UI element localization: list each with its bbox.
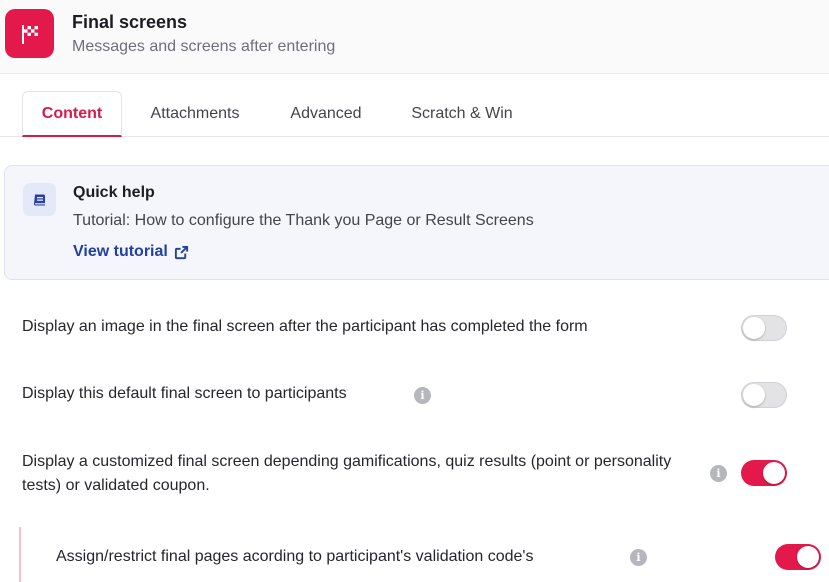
setting-display-image-label: Display an image in the final screen aft… (22, 318, 588, 335)
view-tutorial-label: View tutorial (73, 243, 168, 260)
tab-bar: Content Attachments Advanced Scratch & W… (0, 91, 829, 137)
info-icon[interactable]: i (710, 465, 727, 482)
display-image-toggle[interactable] (741, 315, 787, 341)
setting-default-final-screen-label: Display this default final screen to par… (22, 385, 347, 402)
tab-content[interactable]: Content (22, 91, 122, 137)
page-header: Final screens Messages and screens after… (0, 0, 829, 74)
quick-help-panel: Quick help Tutorial: How to configure th… (4, 165, 829, 280)
tab-advanced[interactable]: Advanced (276, 91, 376, 137)
tab-scratch-win[interactable]: Scratch & Win (398, 91, 526, 137)
external-link-icon (174, 245, 188, 259)
setting-assign-final-pages-label: Assign/restrict final pages acording to … (56, 548, 534, 565)
toggle-knob (797, 546, 819, 568)
toggle-knob (763, 462, 785, 484)
sub-setting-indicator (19, 527, 21, 582)
toggle-knob (743, 317, 765, 339)
default-final-screen-toggle[interactable] (741, 382, 787, 408)
page-title: Final screens (72, 12, 188, 32)
info-icon[interactable]: i (630, 549, 647, 566)
info-icon[interactable]: i (414, 387, 431, 404)
assign-final-pages-toggle[interactable] (775, 544, 821, 570)
page-subtitle: Messages and screens after entering (72, 38, 336, 55)
toggle-knob (743, 384, 765, 406)
setting-custom-final-screen-label: Display a customized final screen depend… (22, 453, 672, 494)
view-tutorial-link[interactable]: View tutorial (73, 243, 189, 261)
custom-final-screen-toggle[interactable] (741, 460, 787, 486)
checkered-flag-icon (5, 9, 54, 58)
quick-help-title: Quick help (73, 184, 155, 201)
tab-attachments[interactable]: Attachments (138, 91, 252, 137)
quick-help-text: Tutorial: How to configure the Thank you… (73, 212, 534, 229)
book-icon (23, 183, 56, 216)
